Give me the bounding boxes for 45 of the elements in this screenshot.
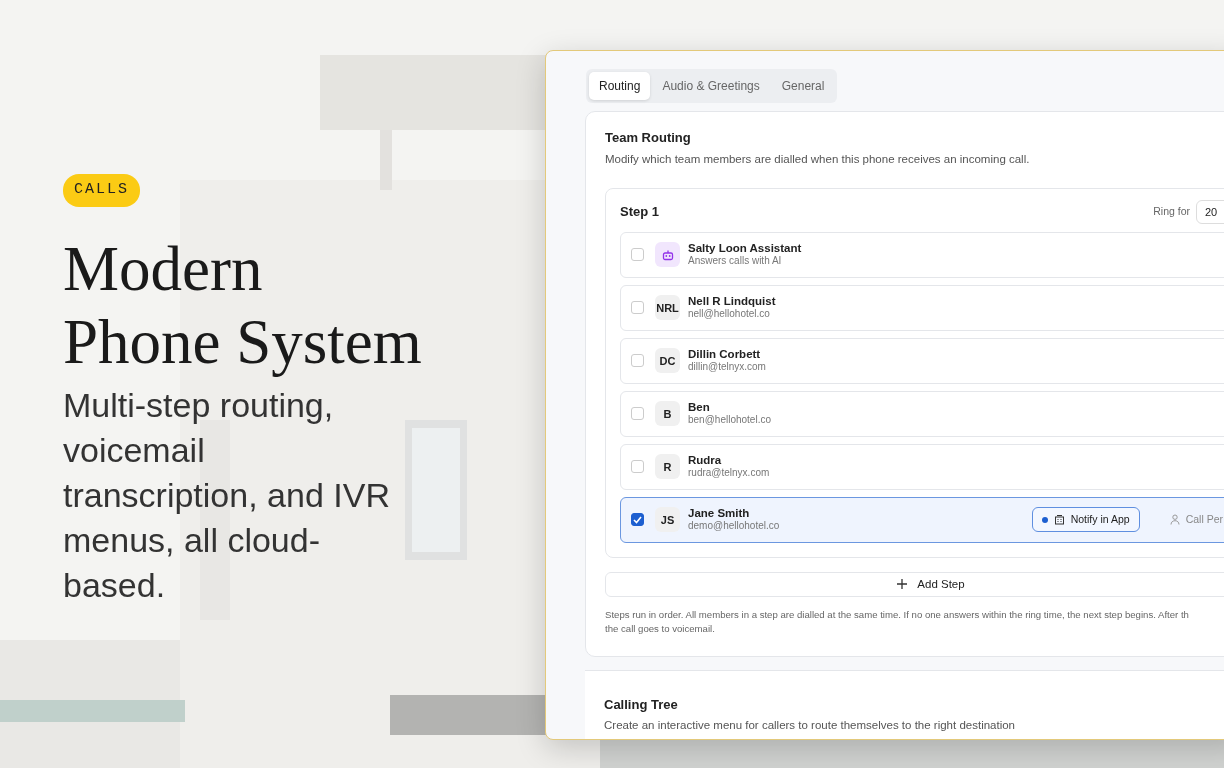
check-icon [633,515,642,524]
member-row[interactable]: DC Dillin Corbett dillin@telnyx.com [620,337,1224,384]
member-name: Salty Loon Assistant [688,242,802,256]
tab[interactable]: General [771,72,835,100]
ring-time-field[interactable]: 20 [1196,199,1224,224]
step-title: Step 1 [620,203,659,222]
avatar-initials: DC [655,348,680,374]
notify-button[interactable]: Notify in App [1031,507,1140,533]
member-row[interactable]: Salty Loon Assistant Answers calls with AI [620,231,1224,278]
member-detail: dillin@telnyx.com [688,361,766,374]
avatar-initials: B [655,401,680,427]
building-icon [1053,514,1065,526]
plus-icon [897,579,908,590]
section-description: Create an interactive menu for callers to route themselves to the right destination [604,718,1017,734]
ring-label: Ring for [1153,203,1190,219]
section-description: Modify which team members are dialled when this phone receives an incoming call. [605,151,1031,167]
tab[interactable]: Audio & Greetings [652,72,770,100]
add-step-button[interactable]: Add Step [605,571,1224,597]
person-icon [1169,514,1180,526]
member-detail: Answers calls with AI [688,255,783,268]
subtitle: Multi-step routing, voicemail transcription, and IVR menus, all cloud- based. [63,384,391,606]
avatar-initials: R [655,454,680,480]
avatar-initials: NRL [655,295,680,321]
member-row[interactable]: B Ben ben@hellohotel.co [620,390,1224,437]
headline: Modern Phone System [63,232,423,379]
tab[interactable]: Routing [589,72,651,100]
member-detail: ben@hellohotel.co [688,414,771,427]
member-name: Nell R Lindquist [688,295,776,309]
section-title: Calling Tree [604,696,679,713]
section-title: Team Routing [605,130,692,146]
member-name: Jane Smith [688,507,751,521]
category-badge: CALLS [63,174,140,207]
member-detail: rudra@telnyx.com [688,467,770,480]
status-dot [1041,516,1048,523]
member-row[interactable]: R Rudra rudra@telnyx.com [620,443,1224,490]
member-name: Rudra [688,454,723,468]
member-detail: nell@hellohotel.co [688,308,771,321]
member-name: Ben [688,401,711,415]
robot-icon [661,248,674,261]
member-name: Dillin Corbett [688,348,762,362]
member-detail: demo@hellohotel.co [688,520,780,533]
help-text: Steps run in order. All members in a step are dialled at the same time. If no one answers within the ring time, the next step begins. After th the call goes to voicemail. [605,607,1190,636]
member-row[interactable]: JS Jane Smith demo@hellohotel.co Notify in App Call Per [620,496,1224,543]
checkbox[interactable] [631,513,644,527]
avatar-initials: JS [655,507,680,533]
